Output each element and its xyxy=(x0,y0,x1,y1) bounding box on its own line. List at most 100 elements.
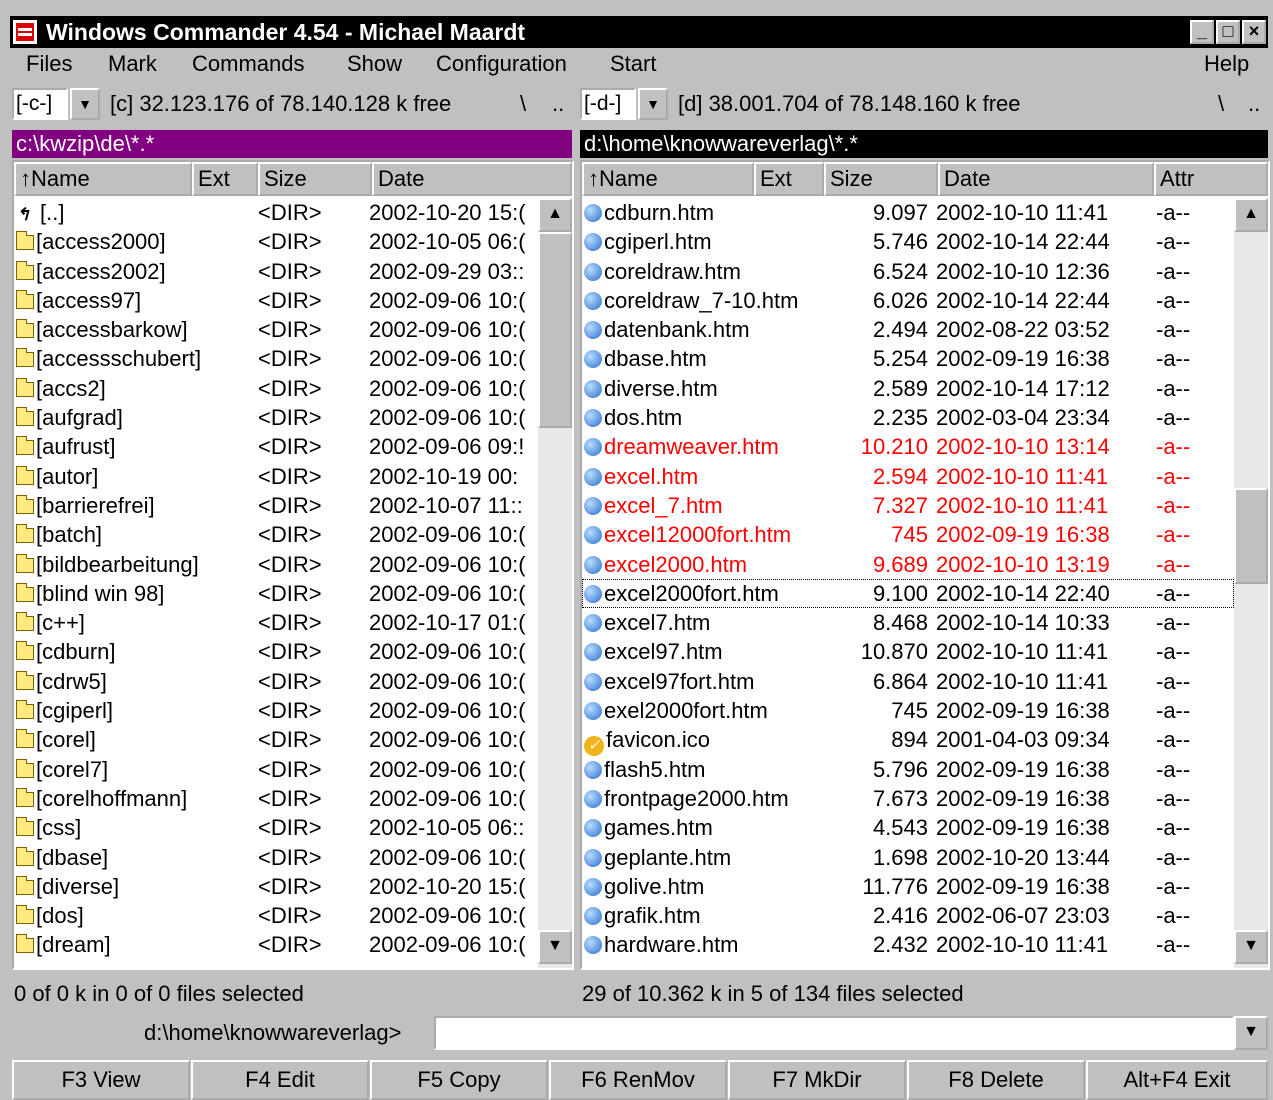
table-row[interactable]: frontpage2000.htm 7.673 2002-09-19 16:38 -a… xyxy=(582,784,1234,813)
table-row[interactable]: golive.htm 11.776 2002-09-19 16:38 -a-- xyxy=(582,872,1234,901)
left-root-button[interactable]: \ xyxy=(520,90,526,118)
left-col-date[interactable]: Date xyxy=(372,162,572,196)
left-scroll-up-icon[interactable]: ▲ xyxy=(538,198,572,232)
table-row[interactable]: [dream] <DIR> 2002-09-06 10:( xyxy=(14,930,538,959)
menu-show[interactable]: Show xyxy=(347,50,402,78)
table-row[interactable]: games.htm 4.543 2002-09-19 16:38 -a-- xyxy=(582,813,1234,842)
menu-configuration[interactable]: Configuration xyxy=(436,50,567,78)
table-row[interactable]: diverse.htm 2.589 2002-10-14 17:12 -a-- xyxy=(582,374,1234,403)
menu-mark[interactable]: Mark xyxy=(108,50,157,78)
table-row[interactable]: [cgiperl] <DIR> 2002-09-06 10:( xyxy=(14,696,538,725)
table-row[interactable]: [access2000] <DIR> 2002-10-05 06:( xyxy=(14,227,538,256)
app-icon[interactable] xyxy=(12,19,38,45)
table-row[interactable]: [aufgrad] <DIR> 2002-09-06 10:( xyxy=(14,403,538,432)
right-col-date[interactable]: Date xyxy=(938,162,1154,196)
right-col-name[interactable]: ↑Name xyxy=(582,162,754,196)
table-row[interactable]: grafik.htm 2.416 2002-06-07 23:03 -a-- xyxy=(582,901,1234,930)
left-scroll-down-icon[interactable]: ▼ xyxy=(538,930,572,964)
right-drive-select[interactable]: [-d-] xyxy=(580,88,636,120)
right-path[interactable]: d:\home\knowwareverlag\*.* xyxy=(580,130,1268,158)
menu-help[interactable]: Help xyxy=(1204,50,1249,78)
right-col-attr[interactable]: Attr xyxy=(1154,162,1268,196)
f8-delete-button[interactable]: F8 Delete xyxy=(907,1060,1085,1100)
table-row[interactable]: [corel] <DIR> 2002-09-06 10:( xyxy=(14,725,538,754)
right-scroll-thumb[interactable] xyxy=(1234,488,1268,584)
table-row[interactable]: [accessbarkow] <DIR> 2002-09-06 10:( xyxy=(14,315,538,344)
left-col-ext[interactable]: Ext xyxy=(192,162,258,196)
close-button[interactable]: × xyxy=(1242,20,1266,44)
table-row[interactable]: [batch] <DIR> 2002-09-06 10:( xyxy=(14,520,538,549)
table-row[interactable]: cgiperl.htm 5.746 2002-10-14 22:44 -a-- xyxy=(582,227,1234,256)
table-row[interactable]: ✓ favicon.ico 894 2001-04-03 09:34 -a-- xyxy=(582,725,1234,757)
table-row[interactable]: dbase.htm 5.254 2002-09-19 16:38 -a-- xyxy=(582,344,1234,373)
minimize-button[interactable]: _ xyxy=(1190,20,1214,44)
alt-f4-exit-button[interactable]: Alt+F4 Exit xyxy=(1086,1060,1268,1100)
table-row[interactable]: [c++] <DIR> 2002-10-17 01:( xyxy=(14,608,538,637)
table-row[interactable]: datenbank.htm 2.494 2002-08-22 03:52 -a-- xyxy=(582,315,1234,344)
left-col-size[interactable]: Size xyxy=(258,162,372,196)
table-row[interactable]: excel97.htm 10.870 2002-10-10 11:41 -a-- xyxy=(582,637,1234,666)
table-row[interactable]: [aufrust] <DIR> 2002-09-06 09:! xyxy=(14,432,538,461)
table-row[interactable]: exel2000fort.htm 745 2002-09-19 16:38 -a-- xyxy=(582,696,1234,725)
left-scroll-thumb[interactable] xyxy=(538,232,572,428)
table-row[interactable]: [dos] <DIR> 2002-09-06 10:( xyxy=(14,901,538,930)
f7-mkdir-button[interactable]: F7 MkDir xyxy=(728,1060,906,1100)
table-row[interactable]: ↰ [..] <DIR> 2002-10-20 15:( xyxy=(14,198,538,227)
table-row[interactable]: [cdrw5] <DIR> 2002-09-06 10:( xyxy=(14,667,538,696)
table-row[interactable]: excel_7.htm 7.327 2002-10-10 11:41 -a-- xyxy=(582,491,1234,520)
left-drive-select[interactable]: [-c-] xyxy=(12,88,68,120)
menu-commands[interactable]: Commands xyxy=(192,50,304,78)
table-row[interactable]: dos.htm 2.235 2002-03-04 23:34 -a-- xyxy=(582,403,1234,432)
table-row[interactable]: [accs2] <DIR> 2002-09-06 10:( xyxy=(14,374,538,403)
table-row[interactable]: excel97fort.htm 6.864 2002-10-10 11:41 -a-- xyxy=(582,667,1234,696)
right-col-size[interactable]: Size xyxy=(824,162,938,196)
right-scrollbar[interactable]: ▲ ▼ xyxy=(1234,198,1268,968)
table-row[interactable]: [access2002] <DIR> 2002-09-29 03:: xyxy=(14,257,538,286)
right-root-button[interactable]: \ xyxy=(1218,90,1224,118)
table-row[interactable]: excel.htm 2.594 2002-10-10 11:41 -a-- xyxy=(582,462,1234,491)
table-row[interactable]: [barrierefrei] <DIR> 2002-10-07 11:: xyxy=(14,491,538,520)
table-row[interactable]: dreamweaver.htm 10.210 2002-10-10 13:14 -a-… xyxy=(582,432,1234,461)
table-row[interactable]: [css] <DIR> 2002-10-05 06:: xyxy=(14,813,538,842)
maximize-button[interactable]: □ xyxy=(1216,20,1240,44)
left-col-name[interactable]: ↑Name xyxy=(14,162,192,196)
table-row[interactable]: [cdburn] <DIR> 2002-09-06 10:( xyxy=(14,637,538,666)
table-row[interactable]: excel2000.htm 9.689 2002-10-10 13:19 -a-- xyxy=(582,550,1234,579)
table-row[interactable]: [bildbearbeitung] <DIR> 2002-09-06 10:( xyxy=(14,550,538,579)
f6-renmov-button[interactable]: F6 RenMov xyxy=(549,1060,727,1100)
right-drive-dropdown-icon[interactable]: ▼ xyxy=(638,88,668,120)
right-col-ext[interactable]: Ext xyxy=(754,162,824,196)
table-row[interactable]: flash5.htm 5.796 2002-09-19 16:38 -a-- xyxy=(582,755,1234,784)
command-input[interactable] xyxy=(434,1016,1234,1050)
table-row[interactable]: excel12000fort.htm 745 2002-09-19 16:38 -a-… xyxy=(582,520,1234,549)
table-row[interactable]: [corel7] <DIR> 2002-09-06 10:( xyxy=(14,755,538,784)
table-row[interactable]: [corelhoffmann] <DIR> 2002-09-06 10:( xyxy=(14,784,538,813)
table-row[interactable]: geplante.htm 1.698 2002-10-20 13:44 -a-- xyxy=(582,843,1234,872)
table-row[interactable]: [accessschubert] <DIR> 2002-09-06 10:( xyxy=(14,344,538,373)
left-drive-dropdown-icon[interactable]: ▼ xyxy=(70,88,100,120)
f4-edit-button[interactable]: F4 Edit xyxy=(191,1060,369,1100)
left-up-button[interactable]: .. xyxy=(552,90,564,118)
table-row[interactable]: hardware.htm 2.432 2002-10-10 11:41 -a-- xyxy=(582,930,1234,959)
table-row[interactable]: [blind win 98] <DIR> 2002-09-06 10:( xyxy=(14,579,538,608)
table-row[interactable]: [dbase] <DIR> 2002-09-06 10:( xyxy=(14,843,538,872)
left-path[interactable]: c:\kwzip\de\*.* xyxy=(12,130,572,158)
menu-start[interactable]: Start xyxy=(610,50,656,78)
table-row[interactable]: [access97] <DIR> 2002-09-06 10:( xyxy=(14,286,538,315)
table-row[interactable]: coreldraw_7-10.htm 6.026 2002-10-14 22:44 -… xyxy=(582,286,1234,315)
right-file-panel[interactable]: ↑Name Ext Size Date Attr cdburn.htm 9.097… xyxy=(580,160,1270,970)
table-row[interactable]: excel2000fort.htm 9.100 2002-10-14 22:40 -a… xyxy=(582,578,1234,609)
table-row[interactable]: cdburn.htm 9.097 2002-10-10 11:41 -a-- xyxy=(582,198,1234,227)
f3-view-button[interactable]: F3 View xyxy=(12,1060,190,1100)
left-scrollbar[interactable]: ▲ ▼ xyxy=(538,198,572,968)
menu-files[interactable]: Files xyxy=(26,50,72,78)
f5-copy-button[interactable]: F5 Copy xyxy=(370,1060,548,1100)
right-up-button[interactable]: .. xyxy=(1248,90,1260,118)
right-scroll-down-icon[interactable]: ▼ xyxy=(1234,930,1268,964)
table-row[interactable]: [autor] <DIR> 2002-10-19 00: xyxy=(14,462,538,491)
right-scroll-up-icon[interactable]: ▲ xyxy=(1234,198,1268,232)
table-row[interactable]: coreldraw.htm 6.524 2002-10-10 12:36 -a-- xyxy=(582,257,1234,286)
left-file-panel[interactable]: ↑Name Ext Size Date ↰ [..] <DIR> 2002-10-20… xyxy=(12,160,574,970)
command-history-dropdown-icon[interactable]: ▼ xyxy=(1234,1016,1268,1050)
table-row[interactable]: excel7.htm 8.468 2002-10-14 10:33 -a-- xyxy=(582,608,1234,637)
